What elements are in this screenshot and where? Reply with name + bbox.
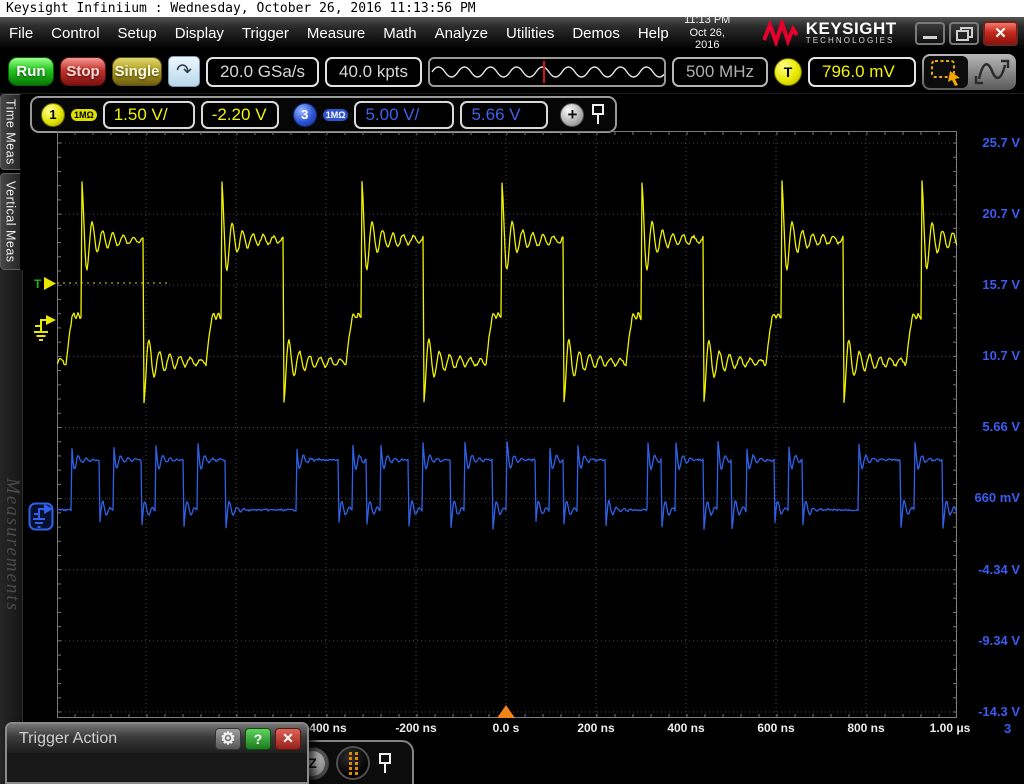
y-axis-label: 10.7 V — [982, 348, 1020, 363]
channel-1-scale-box[interactable]: 1.50 V/ — [102, 100, 195, 129]
minimize-icon — [922, 36, 937, 39]
x-axis-label: 200 ns — [577, 721, 615, 735]
channel-3-scale-box[interactable]: 5.00 V/ — [354, 100, 455, 129]
clock: 11:13 PM Oct 26, 2016 — [678, 14, 737, 52]
dialog-close-button[interactable]: ✕ — [275, 727, 301, 750]
tab-time-meas[interactable]: Time Meas — [0, 94, 21, 170]
y-axis-label: -9.34 V — [978, 633, 1020, 648]
run-button[interactable]: Run — [8, 57, 54, 86]
keysight-logo: KEYSIGHT TECHNOLOGIES — [762, 19, 897, 46]
x-axis-label: 800 ns — [847, 721, 885, 735]
x-axis-label: 1.00 μs — [929, 721, 971, 735]
trigger-level-box[interactable]: 796.0 mV — [808, 56, 916, 87]
channel-1-ground-marker[interactable] — [33, 314, 57, 347]
channel-3-offset-box[interactable]: 5.66 V — [460, 100, 549, 129]
minimize-button[interactable] — [914, 21, 945, 45]
trigger-badge: T — [774, 57, 802, 86]
memory-depth-box[interactable]: 40.0 kpts — [325, 56, 423, 87]
x-axis-label: 400 ns — [667, 721, 705, 735]
channel-1-impedance[interactable]: 1MΩ — [71, 108, 97, 121]
y-axis-label: -14.3 V — [978, 704, 1020, 719]
restore-button[interactable] — [948, 21, 980, 45]
trigger-level-marker[interactable]: T — [33, 276, 57, 296]
keysight-spark-icon — [762, 20, 799, 46]
window-titlebar: Keysight Infiniium : Wednesday, October … — [0, 0, 1024, 17]
clock-date: Oct 26, 2016 — [689, 26, 725, 52]
x-axis-label: -200 ns — [395, 721, 437, 735]
channel-3-badge[interactable]: 3 — [292, 102, 317, 127]
close-icon: ✕ — [282, 730, 294, 746]
single-button[interactable]: Single — [111, 57, 162, 86]
restore-icon — [955, 26, 973, 41]
dots-icon — [354, 751, 358, 775]
y-axis-label: 660 mV — [974, 490, 1020, 505]
gear-icon: ⚙ — [220, 728, 236, 748]
menu-bar: File Control Setup Display Trigger Measu… — [0, 14, 1024, 52]
selection-box-icon — [931, 59, 960, 86]
channel-1-badge[interactable]: 1 — [41, 102, 65, 127]
dialog-title: Trigger Action — [19, 729, 118, 747]
channel-3-ground-marker[interactable] — [28, 500, 58, 537]
y-axis-label: 25.7 V — [982, 135, 1020, 150]
select-mode-button[interactable] — [924, 55, 968, 88]
add-channel-button[interactable]: + — [560, 102, 585, 127]
waveform-display[interactable] — [56, 131, 958, 718]
cursor-mode-group — [922, 53, 1016, 90]
trigger-action-dialog: Trigger Action ⚙ ? ✕ — [5, 722, 309, 784]
x-axis-label: 600 ns — [757, 721, 795, 735]
waveform-preview[interactable] — [428, 56, 666, 87]
scope-grid-and-traces[interactable] — [56, 131, 958, 718]
menu-display[interactable]: Display — [166, 25, 233, 42]
dialog-help-button[interactable]: ? — [245, 727, 271, 750]
menu-setup[interactable]: Setup — [109, 25, 166, 42]
close-button[interactable]: ✕ — [983, 20, 1018, 46]
menu-trigger[interactable]: Trigger — [233, 25, 298, 42]
drag-waveform-mode-button[interactable] — [970, 56, 1014, 88]
brand-name: KEYSIGHT — [805, 19, 897, 38]
menu-measure[interactable]: Measure — [298, 25, 374, 42]
repeat-arrow-icon: ↷ — [175, 61, 192, 82]
x-axis-label: 0.0 s — [492, 721, 520, 735]
y-axis-label: 5.66 V — [982, 419, 1020, 434]
trigger-time-marker[interactable] — [497, 705, 515, 718]
tab-vertical-meas[interactable]: Vertical Meas — [0, 173, 21, 270]
clock-time: 11:13 PM — [684, 14, 731, 27]
channel-bar: 1 1MΩ 1.50 V/ -2.20 V 3 1MΩ 5.00 V/ 5.66… — [30, 96, 618, 133]
menu-analyze[interactable]: Analyze — [426, 25, 497, 42]
channel-3-impedance[interactable]: 1MΩ — [322, 108, 349, 121]
pin-icon[interactable] — [377, 752, 393, 775]
close-icon: ✕ — [994, 25, 1007, 42]
oscilloscope-screen: Keysight Infiniium : Wednesday, October … — [0, 0, 1024, 784]
y-axis-label: 15.7 V — [982, 277, 1020, 292]
menu-utilities[interactable]: Utilities — [497, 25, 563, 42]
channel-3-axis-indicator: 3 — [1004, 721, 1012, 736]
preview-sine-icon — [431, 60, 664, 83]
menu-math[interactable]: Math — [374, 25, 425, 42]
bandwidth-box[interactable]: 500 MHz — [671, 56, 768, 87]
menu-control[interactable]: Control — [42, 25, 108, 42]
waveform-drag-icon — [974, 59, 1010, 84]
dialog-titlebar[interactable]: Trigger Action ⚙ ? ✕ — [7, 724, 307, 753]
menu-help[interactable]: Help — [629, 25, 678, 42]
brand-sub: TECHNOLOGIES — [805, 36, 895, 45]
dialog-settings-button[interactable]: ⚙ — [215, 727, 241, 750]
markers-button[interactable] — [336, 746, 370, 780]
y-axis-label: -4.34 V — [978, 562, 1020, 577]
zoom-z-icon: Z — [308, 755, 317, 771]
y-axis-label: 20.7 V — [982, 206, 1020, 221]
pin-icon[interactable] — [590, 103, 606, 126]
measurements-watermark: Measurements — [2, 478, 23, 613]
touch-toggle-button[interactable]: ↷ — [167, 56, 200, 87]
menu-file[interactable]: File — [0, 25, 42, 42]
sample-rate-box[interactable]: 20.0 GSa/s — [205, 56, 320, 87]
dots-icon — [348, 751, 352, 775]
channel-1-offset-box[interactable]: -2.20 V — [200, 100, 279, 129]
stop-button[interactable]: Stop — [59, 57, 106, 86]
acquisition-toolbar: Run Stop Single ↷ 20.0 GSa/s 40.0 kpts 5… — [0, 50, 1024, 94]
menu-demos[interactable]: Demos — [563, 25, 629, 42]
svg-text:T: T — [34, 277, 42, 291]
